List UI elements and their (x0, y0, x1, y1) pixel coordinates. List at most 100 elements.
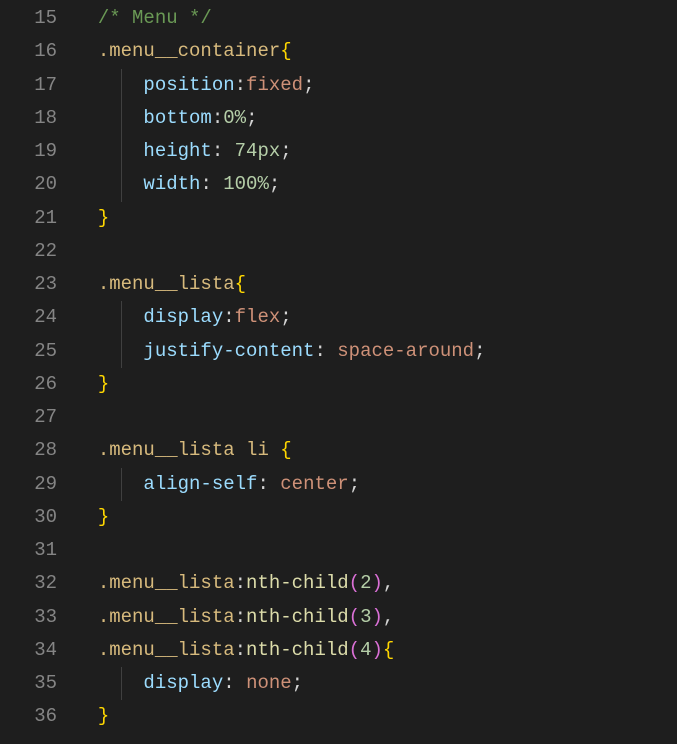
code-line[interactable]: display:flex; (75, 301, 677, 334)
code-editor[interactable]: 1516171819202122232425262728293031323334… (0, 0, 677, 744)
token-brace: { (280, 40, 291, 62)
token-value-number: 3 (360, 606, 371, 628)
line-number: 26 (0, 368, 75, 401)
token-paren: ( (349, 606, 360, 628)
token-value-number: 0% (223, 107, 246, 129)
indent-guide (121, 135, 122, 168)
line-number: 30 (0, 501, 75, 534)
line-number: 24 (0, 301, 75, 334)
token-property: align-self (143, 473, 257, 495)
token-value-keyword: center (280, 473, 348, 495)
token-punct (223, 140, 234, 162)
code-line[interactable]: .menu__lista:nth-child(3), (75, 601, 677, 634)
code-line[interactable]: .menu__container{ (75, 35, 677, 68)
code-line[interactable]: .menu__lista:nth-child(4){ (75, 634, 677, 667)
code-line[interactable]: width: 100%; (75, 168, 677, 201)
code-line[interactable]: } (75, 501, 677, 534)
code-line[interactable] (75, 534, 677, 567)
line-number-gutter: 1516171819202122232425262728293031323334… (0, 2, 75, 744)
token-property: height (143, 140, 211, 162)
token-punct: ; (303, 74, 314, 96)
token-comment: /* Menu */ (98, 7, 212, 29)
code-line[interactable]: position:fixed; (75, 69, 677, 102)
line-number: 27 (0, 401, 75, 434)
code-content[interactable]: /* Menu */ .menu__container{ position:fi… (75, 2, 677, 744)
token-punct (269, 439, 280, 461)
token-paren: ) (371, 572, 382, 594)
token-brace: { (280, 439, 291, 461)
token-punct (235, 672, 246, 694)
line-number: 33 (0, 601, 75, 634)
token-paren: ( (349, 639, 360, 661)
indent-guide (121, 335, 122, 368)
token-colon: : (212, 140, 223, 162)
code-line[interactable]: } (75, 368, 677, 401)
token-value-number: 100% (223, 173, 269, 195)
line-number: 29 (0, 468, 75, 501)
token-func: nth-child (246, 606, 349, 628)
token-selector: .menu__lista (98, 639, 235, 661)
line-number: 22 (0, 235, 75, 268)
indent-guide (121, 168, 122, 201)
code-line[interactable] (75, 235, 677, 268)
token-colon: : (212, 107, 223, 129)
token-colon: : (223, 306, 234, 328)
line-number: 36 (0, 700, 75, 733)
token-paren: ) (371, 606, 382, 628)
token-property: justify-content (143, 340, 314, 362)
token-punct: ; (474, 340, 485, 362)
code-line[interactable]: } (75, 700, 677, 733)
token-punct: : (235, 639, 246, 661)
code-line[interactable]: } (75, 202, 677, 235)
token-punct: : (235, 606, 246, 628)
indent-guide (121, 301, 122, 334)
line-number: 28 (0, 434, 75, 467)
token-selector: .menu__lista (98, 606, 235, 628)
token-selector: .menu__lista (98, 273, 235, 295)
token-punct (269, 473, 280, 495)
token-punct: ; (269, 173, 280, 195)
line-number: 34 (0, 634, 75, 667)
code-line[interactable]: display: none; (75, 667, 677, 700)
code-line[interactable]: height: 74px; (75, 135, 677, 168)
token-selector: li (246, 439, 269, 461)
token-brace: } (98, 506, 109, 528)
line-number: 19 (0, 135, 75, 168)
token-value-number: 2 (360, 572, 371, 594)
token-punct: : (235, 572, 246, 594)
token-value-keyword: none (246, 672, 292, 694)
code-line[interactable]: bottom:0%; (75, 102, 677, 135)
indent-guide (121, 468, 122, 501)
code-line[interactable]: .menu__lista{ (75, 268, 677, 301)
token-colon: : (314, 340, 325, 362)
code-line[interactable] (75, 401, 677, 434)
token-punct (212, 173, 223, 195)
token-func: nth-child (246, 639, 349, 661)
token-value-keyword: flex (235, 306, 281, 328)
code-line[interactable]: /* Menu */ (75, 2, 677, 35)
token-paren: ) (371, 639, 382, 661)
token-func: nth-child (246, 572, 349, 594)
token-colon: : (223, 672, 234, 694)
token-value-number: 74px (235, 140, 281, 162)
token-selector: .menu__lista (98, 572, 235, 594)
token-colon: : (257, 473, 268, 495)
token-property: display (143, 306, 223, 328)
token-selector: .menu__lista (98, 439, 235, 461)
code-line[interactable]: .menu__lista:nth-child(2), (75, 567, 677, 600)
line-number: 15 (0, 2, 75, 35)
token-property: display (143, 672, 223, 694)
token-colon: : (200, 173, 211, 195)
code-line[interactable]: justify-content: space-around; (75, 335, 677, 368)
line-number: 23 (0, 268, 75, 301)
line-number: 18 (0, 102, 75, 135)
token-property: bottom (143, 107, 211, 129)
token-colon: : (235, 74, 246, 96)
token-value-keyword: space-around (337, 340, 474, 362)
token-brace: } (98, 373, 109, 395)
token-punct: , (383, 606, 394, 628)
code-line[interactable]: align-self: center; (75, 468, 677, 501)
code-line[interactable]: .menu__lista li { (75, 434, 677, 467)
token-punct: ; (280, 306, 291, 328)
token-brace: } (98, 705, 109, 727)
